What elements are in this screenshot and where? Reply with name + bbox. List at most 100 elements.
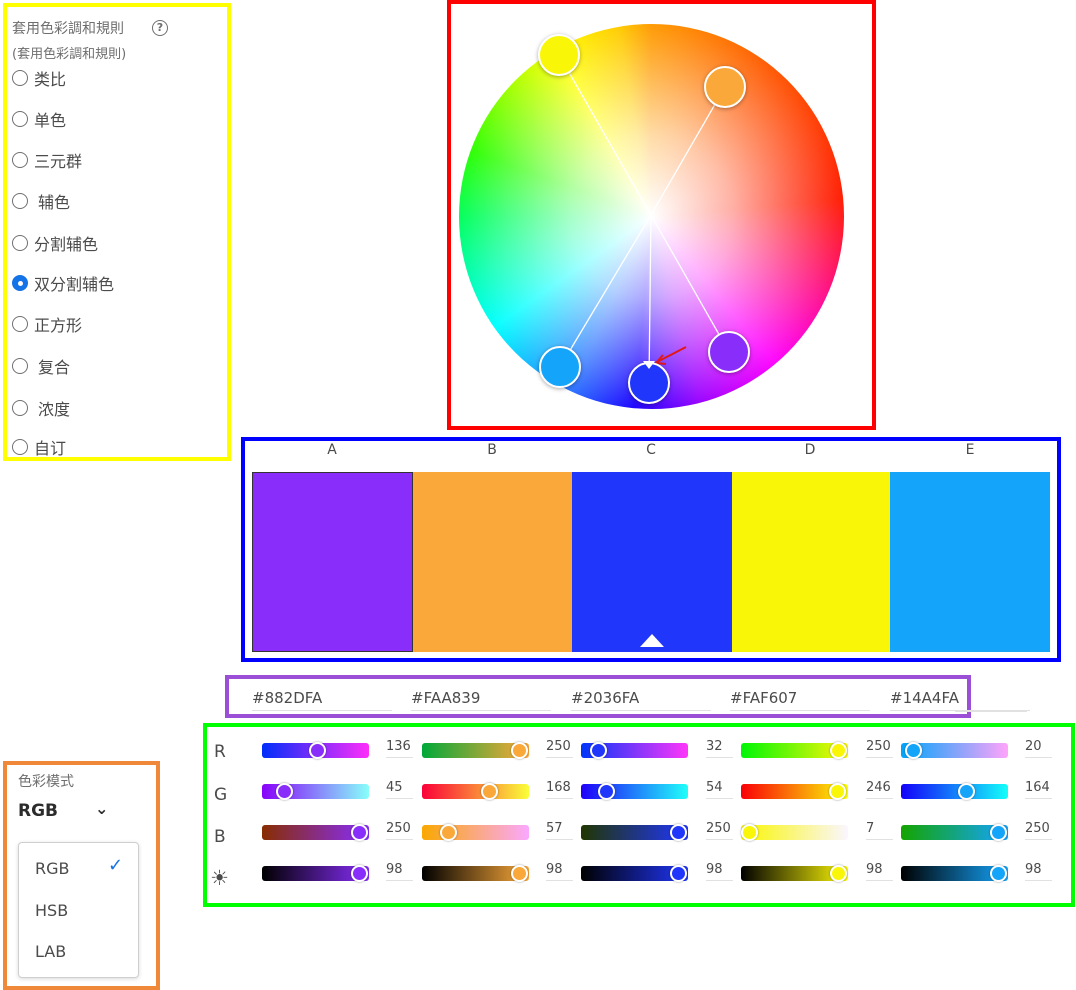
wheel-handle-e[interactable] [539, 346, 581, 388]
slider-thumb[interactable] [990, 824, 1007, 841]
hex-input-b[interactable] [411, 686, 551, 711]
value-input-blue[interactable] [706, 817, 733, 840]
radio-button[interactable] [12, 439, 28, 455]
slider-thumb[interactable] [590, 742, 607, 759]
slider-green-a[interactable] [262, 783, 369, 800]
value-input-brightness[interactable] [706, 858, 733, 881]
radio-button[interactable] [12, 111, 28, 127]
value-input-green[interactable] [706, 776, 733, 799]
slider-blue-a[interactable] [262, 824, 369, 841]
slider-red-e[interactable] [901, 742, 1008, 759]
color-mode-select[interactable]: RGB [18, 801, 58, 821]
value-input-blue[interactable] [1025, 817, 1052, 840]
slider-red-c[interactable] [581, 742, 688, 759]
slider-thumb[interactable] [351, 865, 368, 882]
wheel-handle-b[interactable] [704, 66, 746, 108]
radio-button[interactable] [12, 400, 28, 416]
value-input-brightness[interactable] [1025, 858, 1052, 881]
slider-brightness-d[interactable] [741, 865, 848, 882]
menu-item-lab[interactable]: LAB [35, 942, 66, 961]
hex-input-a[interactable] [252, 686, 392, 711]
value-input-green[interactable] [546, 776, 573, 799]
value-input-red[interactable] [546, 735, 573, 758]
radio-button[interactable] [12, 316, 28, 332]
slider-thumb[interactable] [829, 783, 846, 800]
rule-analogous[interactable]: 类比 [12, 67, 66, 89]
swatch-a[interactable] [252, 472, 413, 652]
slider-green-e[interactable] [901, 783, 1008, 800]
slider-red-a[interactable] [262, 742, 369, 759]
menu-item-hsb[interactable]: HSB [35, 901, 68, 920]
slider-thumb[interactable] [481, 783, 498, 800]
radio-button[interactable] [12, 193, 28, 209]
swatch-e[interactable] [890, 472, 1050, 652]
slider-blue-d[interactable] [741, 824, 848, 841]
slider-thumb[interactable] [958, 783, 975, 800]
rule-monochromatic[interactable]: 单色 [12, 108, 66, 130]
slider-thumb[interactable] [830, 742, 847, 759]
slider-blue-e[interactable] [901, 824, 1008, 841]
chevron-down-icon[interactable]: ⌄ [95, 799, 108, 818]
rule-split-complementary[interactable]: 分割辅色 [12, 232, 98, 254]
swatch-b[interactable] [413, 472, 572, 652]
slider-thumb[interactable] [511, 742, 528, 759]
hex-input-d[interactable] [730, 686, 870, 711]
slider-thumb[interactable] [670, 865, 687, 882]
wheel-handle-a[interactable] [708, 331, 750, 373]
slider-brightness-e[interactable] [901, 865, 1008, 882]
rule-double-split-complementary[interactable]: 双分割辅色 [12, 272, 114, 294]
value-input-blue[interactable] [866, 817, 893, 840]
radio-button[interactable] [12, 235, 28, 251]
slider-thumb[interactable] [511, 865, 528, 882]
value-input-brightness[interactable] [546, 858, 573, 881]
slider-red-d[interactable] [741, 742, 848, 759]
swatch-d[interactable] [732, 472, 890, 652]
value-input-green[interactable] [386, 776, 413, 799]
rule-compound[interactable]: 复合 [12, 355, 70, 377]
value-input-brightness[interactable] [866, 858, 893, 881]
help-icon[interactable]: ? [152, 20, 168, 36]
slider-thumb[interactable] [670, 824, 687, 841]
slider-thumb[interactable] [598, 783, 615, 800]
slider-thumb[interactable] [309, 742, 326, 759]
value-input-blue[interactable] [546, 817, 573, 840]
hex-input-e[interactable] [890, 686, 1030, 711]
value-input-green[interactable] [866, 776, 893, 799]
value-input-red[interactable] [1025, 735, 1052, 758]
value-input-green[interactable] [1025, 776, 1052, 799]
slider-blue-c[interactable] [581, 824, 688, 841]
slider-green-c[interactable] [581, 783, 688, 800]
slider-blue-b[interactable] [422, 824, 529, 841]
value-input-brightness[interactable] [386, 858, 413, 881]
rule-shades[interactable]: 浓度 [12, 397, 70, 419]
slider-thumb[interactable] [741, 824, 758, 841]
rule-triad[interactable]: 三元群 [12, 149, 82, 171]
value-input-red[interactable] [706, 735, 733, 758]
slider-green-d[interactable] [741, 783, 848, 800]
radio-button[interactable] [12, 70, 28, 86]
value-input-blue[interactable] [386, 817, 413, 840]
swatch-c[interactable] [572, 472, 732, 652]
slider-green-b[interactable] [422, 783, 529, 800]
radio-button[interactable] [12, 358, 28, 374]
value-input-red[interactable] [866, 735, 893, 758]
menu-item-rgb[interactable]: RGB [35, 859, 70, 878]
slider-brightness-c[interactable] [581, 865, 688, 882]
slider-thumb[interactable] [905, 742, 922, 759]
rule-complementary[interactable]: 辅色 [12, 190, 70, 212]
slider-thumb[interactable] [276, 783, 293, 800]
slider-thumb[interactable] [351, 824, 368, 841]
radio-button-selected[interactable] [12, 275, 28, 291]
radio-button[interactable] [12, 152, 28, 168]
hex-input-c[interactable] [571, 686, 711, 711]
slider-red-b[interactable] [422, 742, 529, 759]
wheel-handle-d[interactable] [538, 34, 580, 76]
rule-custom[interactable]: 自订 [12, 436, 66, 458]
slider-thumb[interactable] [830, 865, 847, 882]
slider-thumb[interactable] [990, 865, 1007, 882]
value-input-red[interactable] [386, 735, 413, 758]
slider-brightness-a[interactable] [262, 865, 369, 882]
slider-brightness-b[interactable] [422, 865, 529, 882]
slider-thumb[interactable] [440, 824, 457, 841]
rule-square[interactable]: 正方形 [12, 313, 82, 335]
